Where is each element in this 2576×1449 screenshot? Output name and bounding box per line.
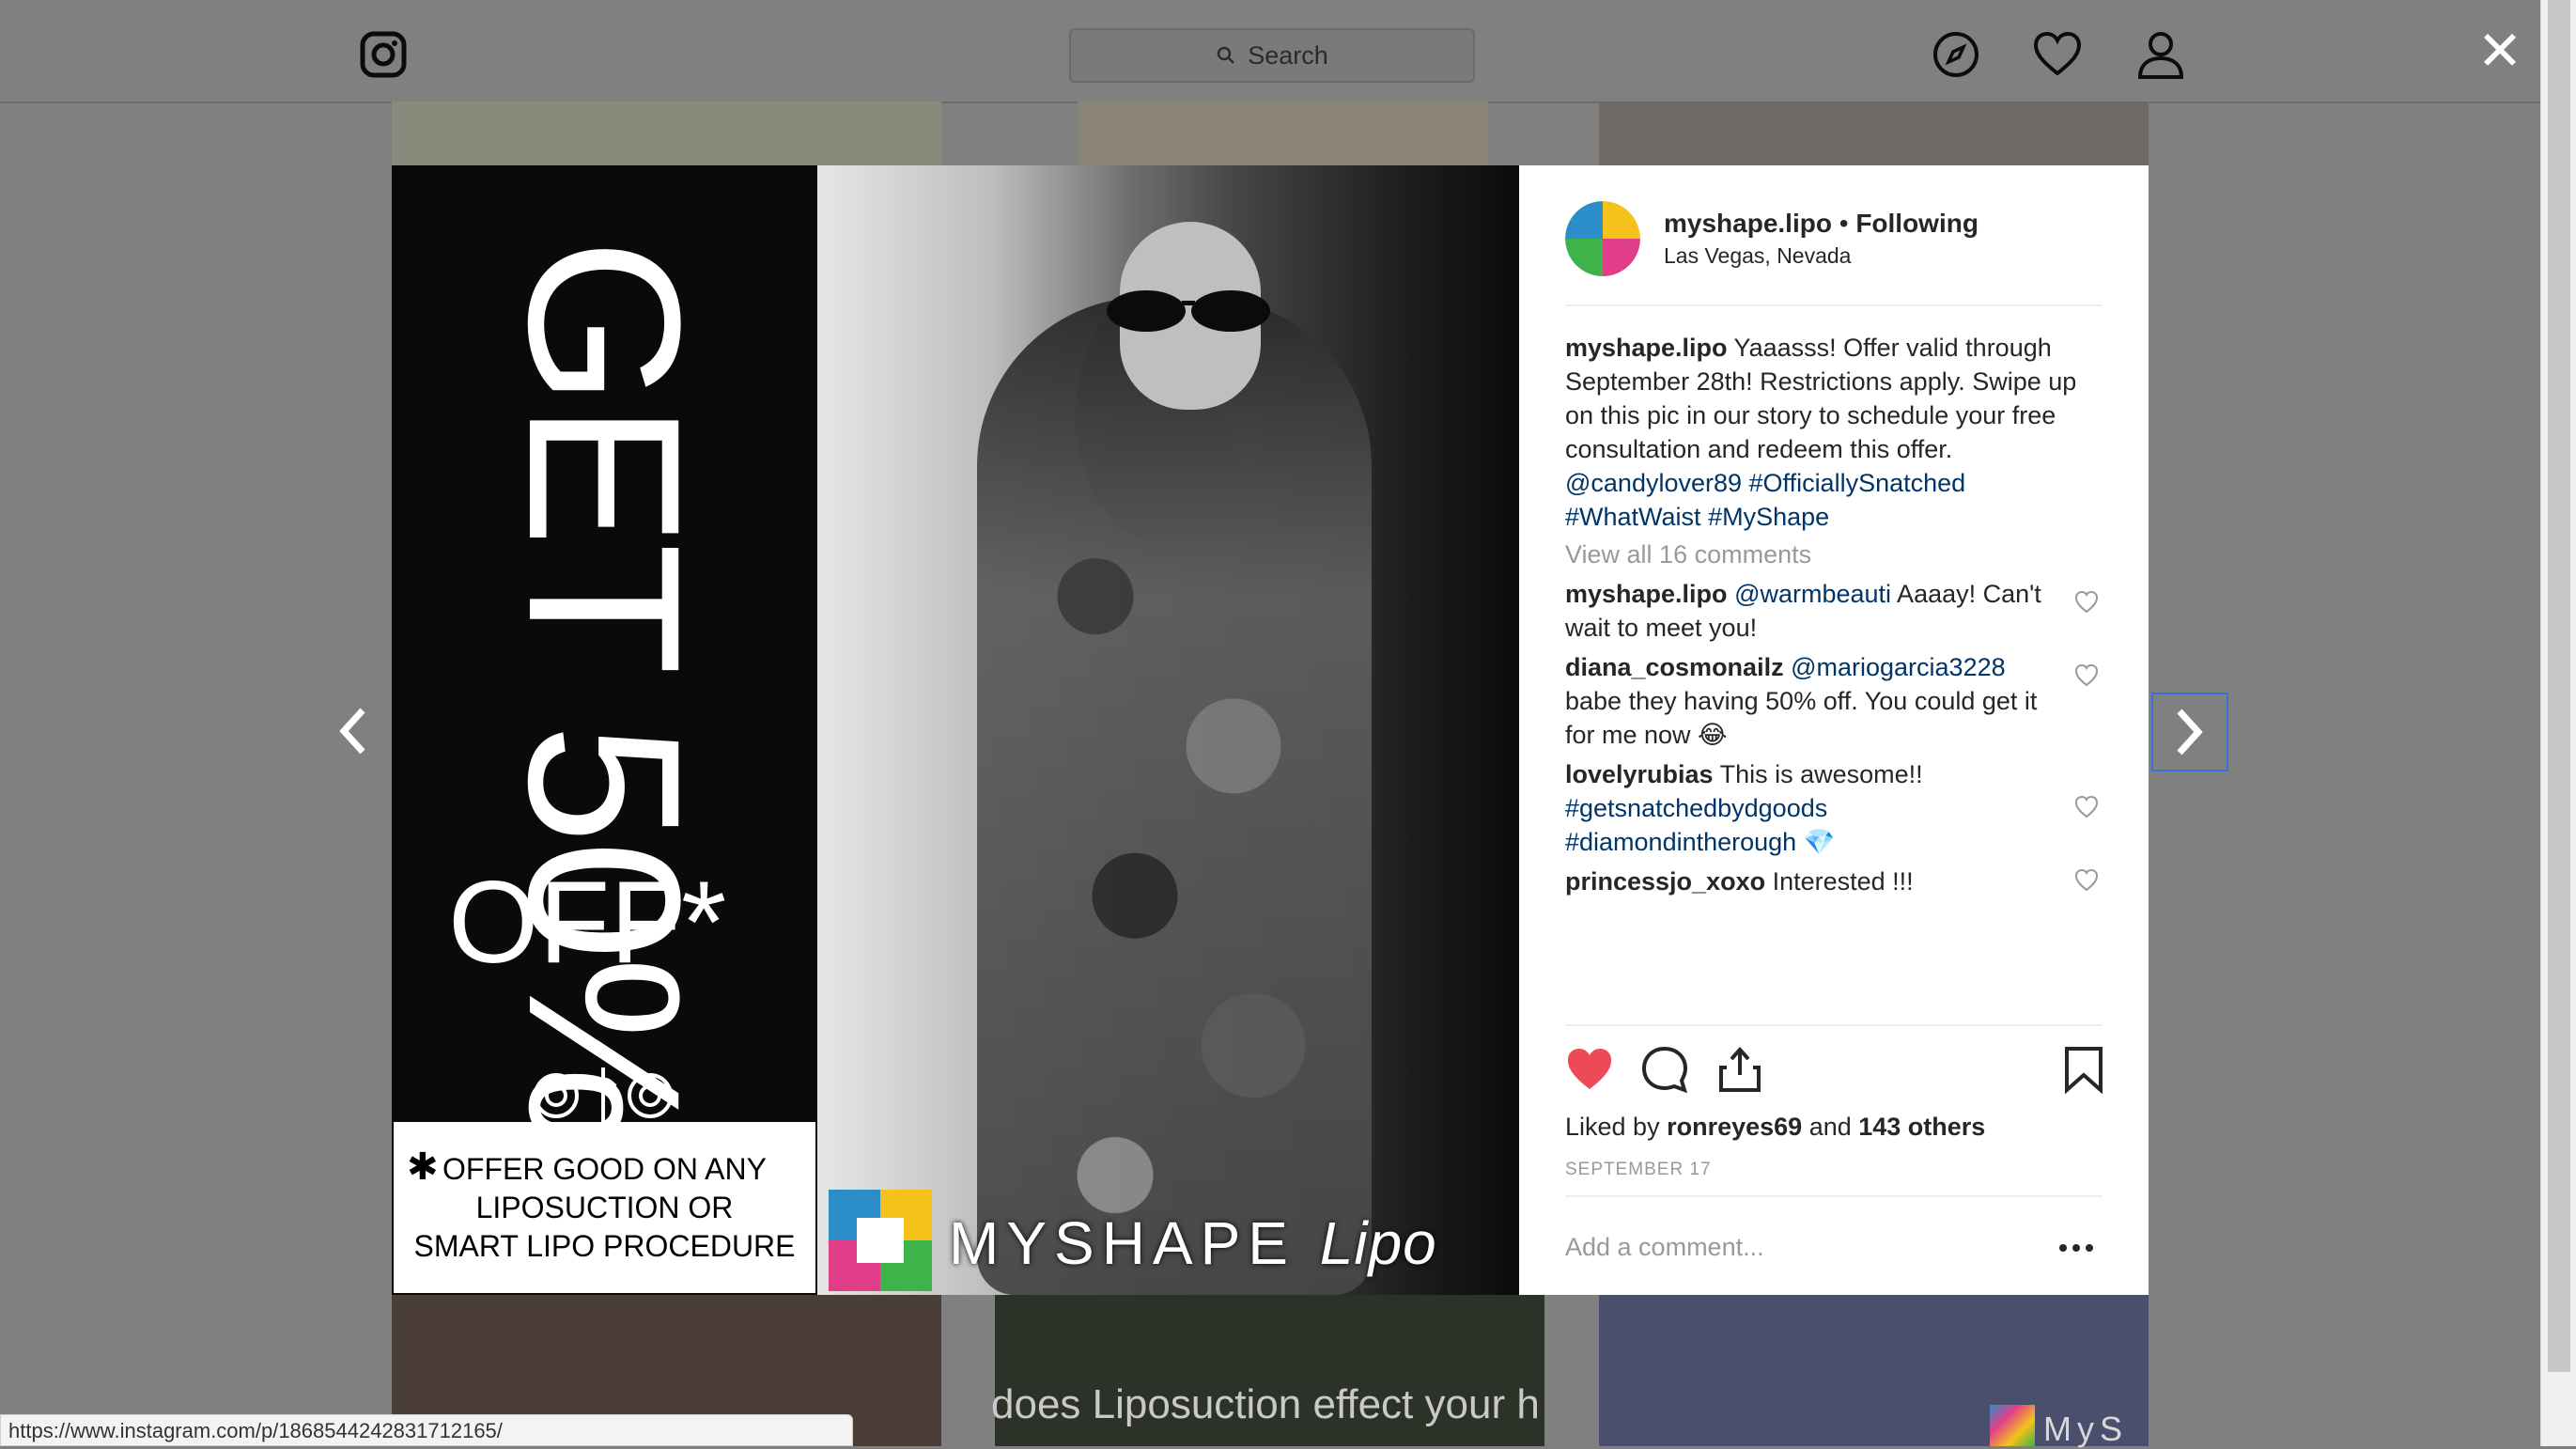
likes-others[interactable]: 143 others: [1858, 1113, 1985, 1141]
brand-wordmark: MYSHAPE Lipo: [949, 1208, 1437, 1278]
likes-summary: Liked by ronreyes69 and 143 others: [1565, 1113, 1985, 1142]
comment-mention[interactable]: @mariogarcia3228: [1791, 653, 2006, 681]
share-icon[interactable]: [1715, 1045, 1764, 1094]
comment-text: This is awesome!!: [1713, 760, 1923, 788]
caption-mention[interactable]: @candylover89: [1565, 469, 1742, 497]
promo-fine-print: ✱ OFFER GOOD ON ANY LIPOSUCTION OR SMART…: [394, 1122, 815, 1293]
comment-item: diana_cosmonailz @mariogarcia3228 babe t…: [1565, 650, 2103, 752]
post-location[interactable]: Las Vegas, Nevada: [1664, 243, 1851, 269]
follow-status[interactable]: Following: [1855, 209, 1979, 238]
post-modal: GET 50% OFF* ✱ OFFER GOOD ON ANY LIPOSUC…: [392, 165, 2149, 1295]
comment-text: Interested !!!: [1765, 867, 1914, 896]
scrollbar[interactable]: [2540, 0, 2576, 1446]
comment-like-icon[interactable]: [2074, 663, 2099, 688]
post-actions: Liked by ronreyes69 and 143 others SEPTE…: [1565, 1024, 2103, 1297]
tile-brand-text: MyS: [2043, 1410, 2128, 1448]
promo-headline: GET 50%: [484, 238, 725, 1145]
likes-middle: and: [1802, 1113, 1859, 1141]
caption-hashtag[interactable]: #OfficiallySnatched: [1749, 469, 1966, 497]
post-image[interactable]: GET 50% OFF* ✱ OFFER GOOD ON ANY LIPOSUC…: [392, 165, 1519, 1295]
comment-like-icon[interactable]: [2074, 590, 2099, 615]
comment-like-icon[interactable]: [2074, 868, 2099, 893]
search-icon: [1217, 46, 1235, 64]
avatar[interactable]: [1565, 201, 1640, 276]
view-all-comments-link[interactable]: View all 16 comments: [1565, 538, 2103, 571]
post-sidebar: myshape.lipo • Following Las Vegas, Neva…: [1519, 165, 2149, 1295]
profile-icon[interactable]: [2134, 28, 2187, 81]
close-icon[interactable]: ✕: [2476, 24, 2523, 79]
diamond-emoji: 💎: [1803, 828, 1836, 856]
search-input[interactable]: Search: [1069, 28, 1475, 83]
comment-item: princessjo_xoxo Interested !!!: [1565, 865, 2103, 898]
feed-tile[interactable]: [1599, 101, 2149, 165]
comments-section: myshape.lipo Yaaasss! Offer valid throug…: [1565, 331, 2103, 898]
post-caption: myshape.lipo Yaaasss! Offer valid throug…: [1565, 331, 2103, 534]
comment-hashtag[interactable]: #getsnatchedbydgoods: [1565, 794, 1827, 822]
likes-prefix: Liked by: [1565, 1113, 1668, 1141]
model-figure: [977, 297, 1372, 1295]
comment-username[interactable]: myshape.lipo: [1565, 580, 1728, 608]
caption-hashtag[interactable]: #WhatWaist: [1565, 503, 1701, 531]
add-comment-box[interactable]: Add a comment...: [1565, 1195, 2103, 1299]
scrollbar-thumb[interactable]: [2548, 0, 2570, 1372]
chevron-right-icon[interactable]: [2151, 693, 2228, 771]
chevron-left-icon[interactable]: [324, 693, 380, 769]
promo-off: OFF*: [448, 858, 727, 988]
bookmark-icon[interactable]: [2059, 1045, 2108, 1094]
promo-panel: GET 50% OFF* ✱ OFFER GOOD ON ANY LIPOSUC…: [392, 165, 817, 1295]
model-photo: MYSHAPE Lipo: [817, 165, 1519, 1295]
comment-icon[interactable]: [1640, 1045, 1689, 1094]
like-icon[interactable]: [1565, 1045, 1614, 1094]
post-date[interactable]: SEPTEMBER 17: [1565, 1160, 1712, 1180]
feed-tile[interactable]: [392, 101, 941, 165]
comment-item: lovelyrubias This is awesome!! #getsnatc…: [1565, 757, 2103, 859]
separator: •: [1831, 209, 1856, 238]
likes-user[interactable]: ronreyes69: [1667, 1113, 1802, 1141]
compass-icon[interactable]: [1930, 28, 1982, 81]
comment-username[interactable]: lovelyrubias: [1565, 760, 1714, 788]
comment-like-icon[interactable]: [2074, 795, 2099, 819]
post-author: myshape.lipo • Following: [1664, 209, 1979, 239]
caption-username[interactable]: myshape.lipo: [1565, 334, 1728, 362]
comment-username[interactable]: princessjo_xoxo: [1565, 867, 1765, 896]
tile-video-caption: does Liposuction effect your h: [991, 1381, 1540, 1427]
author-username[interactable]: myshape.lipo: [1664, 209, 1832, 238]
promo-note-line: SMART LIPO PROCEDURE: [413, 1229, 796, 1263]
caption-hashtag[interactable]: #MyShape: [1708, 503, 1829, 531]
heart-icon[interactable]: [2031, 28, 2084, 81]
comment-item: myshape.lipo @warmbeauti Aaaay! Can't wa…: [1565, 577, 2103, 645]
search-placeholder: Search: [1248, 40, 1328, 70]
brand-main: MYSHAPE: [949, 1209, 1296, 1277]
comment-hashtag[interactable]: #diamondintherough: [1565, 828, 1796, 856]
status-bar-url: https://www.instagram.com/p/186854424283…: [0, 1414, 853, 1446]
promo-note-line: LIPOSUCTION OR: [475, 1191, 734, 1224]
more-icon[interactable]: [2057, 1239, 2095, 1257]
top-navbar: Search: [0, 0, 2541, 103]
myshape-logo-icon: [829, 1190, 932, 1291]
feed-tile[interactable]: [1078, 101, 1488, 165]
post-header: myshape.lipo • Following Las Vegas, Neva…: [1565, 201, 2103, 306]
comment-input[interactable]: Add a comment...: [1565, 1233, 1764, 1262]
brand-italic: Lipo: [1319, 1209, 1437, 1277]
comment-text: babe they having 50% off. You could get …: [1565, 687, 2038, 749]
asterisk-icon: ✱: [407, 1146, 439, 1188]
sunglasses-icon: [1107, 290, 1270, 332]
tile-brand-logo: [1990, 1405, 2035, 1446]
comment-mention[interactable]: @warmbeauti: [1734, 580, 1891, 608]
instagram-icon[interactable]: [357, 28, 410, 81]
promo-note-line: OFFER GOOD ON ANY: [442, 1152, 767, 1186]
comment-username[interactable]: diana_cosmonailz: [1565, 653, 1784, 681]
